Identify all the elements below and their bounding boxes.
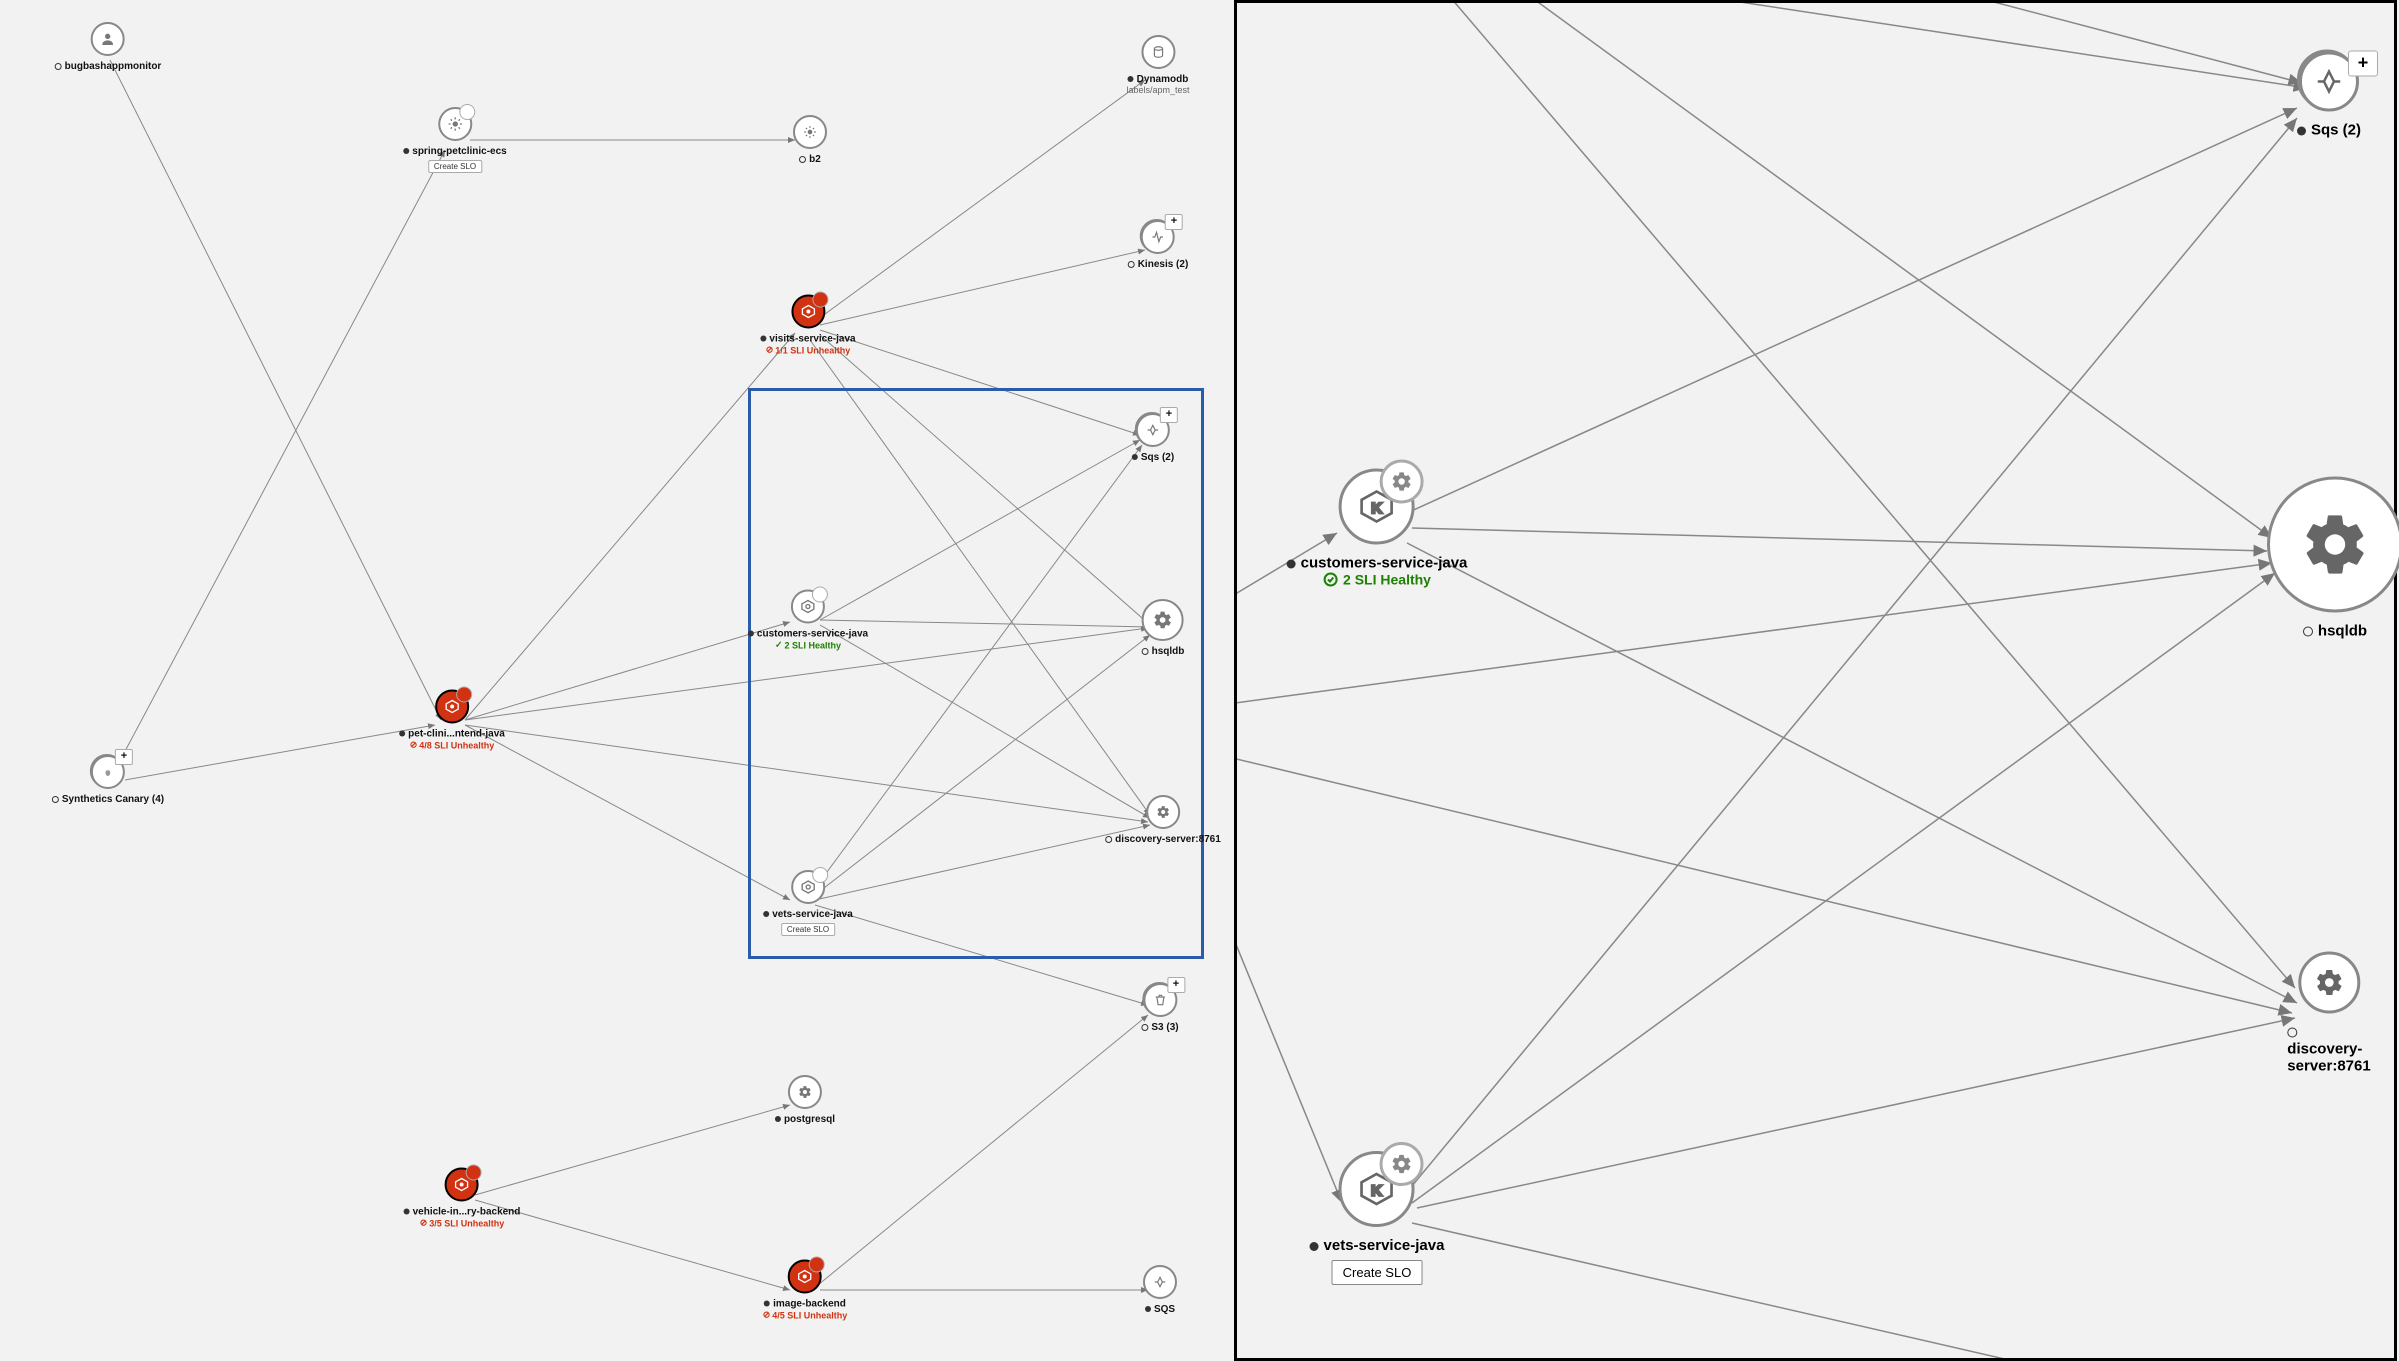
label: vets-service-java <box>1324 1237 1445 1254</box>
node-b2[interactable]: b2 <box>793 115 827 165</box>
label: discovery-server:8761 <box>1115 834 1221 845</box>
node-synthetics-canary[interactable]: + Synthetics Canary (4) <box>52 755 164 805</box>
service-map-overview[interactable]: bugbashappmonitor spring-petclinic-ecs C… <box>0 0 1234 1361</box>
node-spring-petclinic-ecs[interactable]: spring-petclinic-ecs Create SLO <box>403 107 506 173</box>
label: image-backend <box>773 1299 846 1310</box>
label: SQS <box>1154 1304 1175 1315</box>
label: vets-service-java <box>772 909 853 920</box>
create-slo-button[interactable]: Create SLO <box>1332 1260 1423 1285</box>
zoom-node-vets[interactable]: K vets-service-java Create SLO <box>1310 1151 1445 1285</box>
svg-text:K: K <box>1372 500 1383 517</box>
zoom-node-customers[interactable]: K customers-service-java 2 SLI Healthy <box>1287 469 1468 588</box>
node-visits-service-java[interactable]: visits-service-java ⊘1/1 SLI Unhealthy <box>760 295 855 356</box>
node-bugbashappmonitor[interactable]: bugbashappmonitor <box>55 22 162 72</box>
svg-text:K: K <box>1372 1183 1383 1200</box>
node-petclinic-frontend[interactable]: pet-clini...ntend-java ⊘4/8 SLI Unhealth… <box>399 690 505 751</box>
sli-status: ✓2 SLI Healthy <box>775 640 841 651</box>
expand-icon[interactable]: + <box>1165 214 1183 230</box>
service-map-zoom[interactable]: + Sqs (2) K customers-service-java 2 SLI… <box>1234 0 2397 1361</box>
node-vehicle-inventory[interactable]: vehicle-in...ry-backend ⊘3/5 SLI Unhealt… <box>404 1168 521 1229</box>
node-postgresql[interactable]: postgresql <box>775 1075 835 1125</box>
label: bugbashappmonitor <box>65 61 162 72</box>
sublabel: labels/apm_test <box>1126 85 1189 95</box>
node-discovery-left[interactable]: discovery-server:8761 <box>1105 795 1221 845</box>
node-dynamodb[interactable]: Dynamodb labels/apm_test <box>1126 35 1189 95</box>
sli-status: ⊘3/5 SLI Unhealthy <box>420 1218 505 1229</box>
zoom-node-sqs[interactable]: + Sqs (2) <box>2297 52 2361 139</box>
gear-icon <box>1380 1142 1424 1186</box>
label: customers-service-java <box>757 629 868 640</box>
gear-icon <box>1380 460 1424 504</box>
label: hsqldb <box>1152 646 1185 657</box>
sli-status: ⊘4/8 SLI Unhealthy <box>410 740 495 751</box>
expand-icon[interactable]: + <box>115 749 133 765</box>
node-sqs-left[interactable]: + Sqs (2) <box>1132 413 1174 463</box>
label: S3 (3) <box>1151 1022 1178 1033</box>
label: Sqs (2) <box>2311 122 2361 139</box>
zoom-node-discovery[interactable]: discovery-server:8761 <box>2287 952 2370 1075</box>
label: Dynamodb <box>1137 74 1189 85</box>
node-customers-left[interactable]: customers-service-java ✓2 SLI Healthy <box>748 590 868 651</box>
node-hsqldb-left[interactable]: hsqldb <box>1142 599 1185 657</box>
expand-icon[interactable]: + <box>1167 977 1185 993</box>
label: Synthetics Canary (4) <box>62 794 164 805</box>
label: Sqs (2) <box>1141 452 1174 463</box>
label: customers-service-java <box>1301 555 1468 572</box>
expand-icon[interactable]: + <box>1160 407 1178 423</box>
label: postgresql <box>784 1114 835 1125</box>
create-slo-button[interactable]: Create SLO <box>781 923 835 936</box>
node-vets-left[interactable]: vets-service-java Create SLO <box>763 870 853 936</box>
label: vehicle-in...ry-backend <box>413 1207 521 1218</box>
sli-status: ⊘4/5 SLI Unhealthy <box>763 1310 848 1321</box>
label: visits-service-java <box>769 334 855 345</box>
node-image-backend[interactable]: image-backend ⊘4/5 SLI Unhealthy <box>763 1260 848 1321</box>
node-sqs2[interactable]: SQS <box>1143 1265 1177 1315</box>
create-slo-button[interactable]: Create SLO <box>428 160 482 173</box>
node-kinesis[interactable]: + Kinesis (2) <box>1128 220 1189 270</box>
label: spring-petclinic-ecs <box>412 146 506 157</box>
sli-status: ⊘1/1 SLI Unhealthy <box>766 345 851 356</box>
label: hsqldb <box>2318 623 2367 640</box>
label: b2 <box>809 154 821 165</box>
label: pet-clini...ntend-java <box>408 729 505 740</box>
zoom-node-hsqldb[interactable]: hsqldb <box>2267 477 2399 640</box>
node-s3[interactable]: + S3 (3) <box>1141 983 1178 1033</box>
sli-status: 2 SLI Healthy <box>1323 572 1431 588</box>
label: Kinesis (2) <box>1138 259 1189 270</box>
label: discovery-server:8761 <box>2287 1041 2370 1075</box>
expand-icon[interactable]: + <box>2348 51 2378 77</box>
